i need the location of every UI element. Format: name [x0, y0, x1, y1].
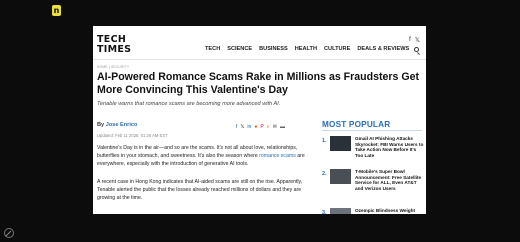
- most-popular-heading: MOST POPULAR: [322, 120, 391, 129]
- main-nav: TECH SCIENCE BUSINESS HEALTH CULTURE DEA…: [205, 46, 409, 52]
- popular-item-number: 1.: [322, 138, 327, 144]
- email-share-icon[interactable]: ✉: [273, 124, 277, 130]
- nav-item-health[interactable]: HEALTH: [295, 46, 317, 52]
- breadcrumb[interactable]: HOME | SECURITY: [97, 65, 129, 69]
- article-paragraph-1: Valentine's Day is in the air—and so are…: [97, 145, 311, 168]
- reddit-share-icon[interactable]: ●: [254, 124, 257, 130]
- popular-item[interactable]: 1. Gmail AI Phishing Attacks Skyrocket: …: [322, 136, 426, 166]
- linkedin-share-icon[interactable]: in: [247, 124, 251, 130]
- app-icon[interactable]: n: [52, 5, 61, 16]
- byline-prefix: By: [97, 122, 105, 128]
- byline: By Jose Enrico: [97, 122, 137, 128]
- popular-item-number: 2.: [322, 171, 327, 177]
- romance-scams-link[interactable]: romance scams: [259, 153, 296, 159]
- facebook-share-icon[interactable]: f: [236, 124, 237, 130]
- x-icon[interactable]: 𝕏: [415, 36, 420, 44]
- nav-item-science[interactable]: SCIENCE: [227, 46, 252, 52]
- popular-item-title[interactable]: Ozempic Blindness Weight: [355, 208, 425, 214]
- popular-item-title[interactable]: T-Mobile's Super Bowl Announcement: Free…: [355, 169, 425, 192]
- popular-item[interactable]: 3. Ozempic Blindness Weight: [322, 208, 426, 214]
- nav-item-deals-reviews[interactable]: DEALS & REVIEWS: [357, 46, 409, 52]
- popular-item-thumbnail[interactable]: [330, 208, 351, 214]
- popular-item[interactable]: 2. T-Mobile's Super Bowl Announcement: F…: [322, 169, 426, 199]
- nav-item-tech[interactable]: TECH: [205, 46, 220, 52]
- mix-share-icon[interactable]: ◐: [267, 124, 270, 130]
- article-title: AI-Powered Romance Scams Rake in Million…: [97, 71, 420, 96]
- nav-item-business[interactable]: BUSINESS: [259, 46, 288, 52]
- compass-icon[interactable]: [4, 228, 14, 238]
- article-subtitle: Tenable warns that romance scams are bec…: [97, 101, 281, 107]
- comment-icon[interactable]: ▬: [280, 124, 285, 130]
- popular-item-thumbnail[interactable]: [330, 136, 351, 151]
- site-logo[interactable]: TECH TIMES: [97, 35, 131, 54]
- social-links: f 𝕏: [409, 36, 420, 44]
- share-bar: f 𝕏in ● P ◐ ✉ ▬: [236, 124, 285, 130]
- search-icon[interactable]: [414, 47, 419, 52]
- publish-date: Updated: Feb 11 2025, 01:26 AM EST: [97, 133, 168, 138]
- popular-item-number: 3.: [322, 210, 327, 214]
- author-link[interactable]: Jose Enrico: [106, 122, 138, 128]
- article-paragraph-2: A recent case in Hong Kong indicates tha…: [97, 179, 303, 201]
- logo-line-2: TIMES: [97, 43, 132, 55]
- nav-item-culture[interactable]: CULTURE: [324, 46, 350, 52]
- divider: [322, 130, 422, 131]
- popular-item-title[interactable]: Gmail AI Phishing Attacks Skyrocket: FBI…: [355, 136, 425, 159]
- pinterest-share-icon[interactable]: P: [260, 124, 263, 130]
- facebook-icon[interactable]: f: [409, 36, 411, 44]
- popular-item-thumbnail[interactable]: [330, 169, 351, 184]
- site-header: TECH TIMES f 𝕏 TECH SCIENCE BUSINESS HEA…: [93, 26, 426, 60]
- browser-page: TECH TIMES f 𝕏 TECH SCIENCE BUSINESS HEA…: [93, 26, 426, 214]
- x-share-icon[interactable]: 𝕏: [240, 124, 244, 130]
